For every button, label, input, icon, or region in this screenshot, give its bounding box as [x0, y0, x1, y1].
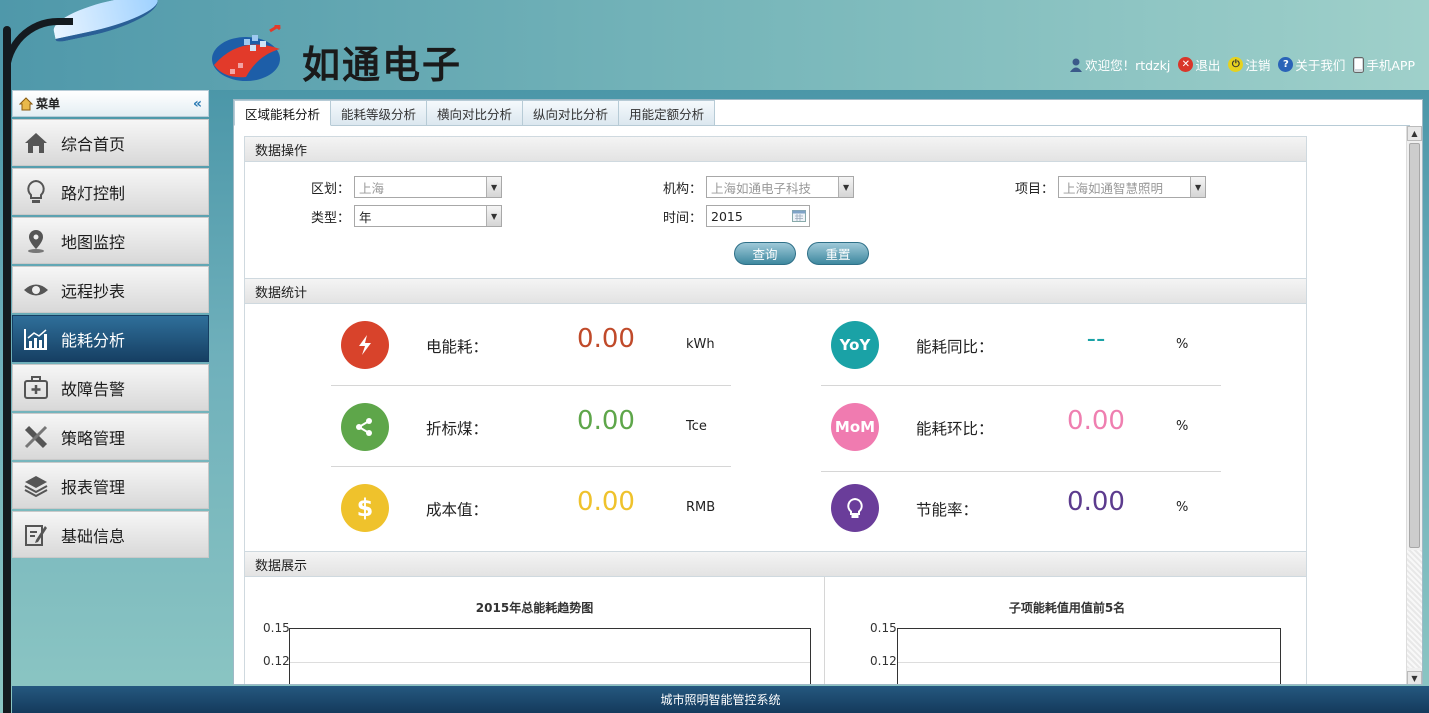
y-tick-label: 0.15: [870, 621, 897, 635]
calendar-icon[interactable]: [792, 210, 807, 222]
tab-quota-analysis[interactable]: 用能定额分析: [619, 100, 716, 126]
sidebar-item-reports[interactable]: 报表管理: [12, 462, 209, 509]
logout-link[interactable]: ✕ 退出: [1178, 55, 1220, 74]
sidebar: 菜单 « 综合首页 路灯控制 地图监控 远程抄表 能耗分析 故障告警 策略管理 …: [12, 90, 209, 558]
power-icon: ⏻: [1228, 57, 1244, 72]
yoy-icon: YoY: [831, 321, 879, 369]
close-icon: ✕: [1178, 57, 1194, 72]
tab-vertical-compare[interactable]: 纵向对比分析: [523, 100, 620, 126]
signout-link[interactable]: ⏻ 注销: [1228, 55, 1270, 74]
section-title: 数据统计: [245, 279, 1306, 304]
stat-electricity: 电能耗： 0.00 kWh: [331, 304, 731, 386]
top5-chart: 子项能耗值用值前5名 0.15 0.12: [826, 577, 1308, 684]
header: 如通电子 欢迎您！rtdzkj ✕ 退出 ⏻ 注销 ? 关于我们 手机APP: [0, 0, 1429, 90]
footer: 城市照明智能管控系统: [12, 686, 1429, 713]
type-field: 类型： 年 ▼: [311, 205, 503, 227]
collapse-sidebar-button[interactable]: «: [193, 96, 202, 112]
stat-coal-equivalent: 折标煤： 0.00 Tce: [331, 386, 731, 468]
sidebar-item-light-control[interactable]: 路灯控制: [12, 168, 209, 215]
data-display-section: 数据展示 2015年总能耗趋势图 0.15 0.12 子项能耗值用值前5名 0.…: [244, 551, 1308, 684]
phone-icon: [1353, 56, 1365, 73]
street-lamp-arm: [3, 18, 73, 88]
stat-cost: $ 成本值： 0.00 RMB: [331, 467, 731, 549]
chevron-down-icon: ▼: [486, 177, 502, 197]
top-links: 欢迎您！rtdzkj ✕ 退出 ⏻ 注销 ? 关于我们 手机APP: [1069, 55, 1415, 74]
scroll-thumb[interactable]: [1409, 143, 1420, 548]
query-button[interactable]: 查询: [734, 242, 796, 265]
share-icon: [341, 403, 389, 451]
region-field: 区划： 上海 ▼: [311, 176, 503, 198]
help-icon: ?: [1278, 57, 1294, 72]
plot-area: [897, 628, 1281, 684]
mobile-app-link[interactable]: 手机APP: [1353, 55, 1415, 74]
home-icon: [25, 132, 47, 153]
sidebar-item-strategy[interactable]: 策略管理: [12, 413, 209, 460]
scroll-up-icon[interactable]: ▲: [1407, 126, 1422, 141]
tab-bar: 区域能耗分析 能耗等级分析 横向对比分析 纵向对比分析 用能定额分析: [234, 100, 716, 126]
sidebar-item-map-monitor[interactable]: 地图监控: [12, 217, 209, 264]
user-icon: [1070, 58, 1083, 72]
tab-regional-energy[interactable]: 区域能耗分析: [234, 100, 332, 126]
sidebar-item-energy-analysis[interactable]: 能耗分析: [12, 315, 209, 362]
sidebar-item-remote-meter[interactable]: 远程抄表: [12, 266, 209, 313]
welcome-text: 欢迎您！rtdzkj: [1069, 55, 1170, 74]
y-tick-label: 0.15: [263, 621, 290, 635]
data-operations-section: 数据操作 区划： 上海 ▼ 机构： 上海如通电子科技 ▼ 项目： 上海如通智慧照…: [244, 136, 1307, 279]
org-select[interactable]: 上海如通电子科技 ▼: [706, 176, 855, 198]
home-small-icon: [19, 96, 33, 110]
layers-icon: [24, 475, 48, 497]
y-tick-label: 0.12: [870, 654, 897, 668]
first-aid-icon: [24, 375, 48, 399]
stat-yoy: YoY 能耗同比： -- %: [821, 304, 1221, 386]
edit-icon: [25, 524, 47, 546]
tab-horizontal-compare[interactable]: 横向对比分析: [427, 100, 524, 126]
chart-icon: [24, 328, 47, 350]
data-statistics-section: 数据统计 电能耗： 0.00 kWh 折标煤： 0.00 Tce $ 成本值： …: [244, 278, 1307, 552]
mom-icon: MoM: [831, 403, 879, 451]
tab-energy-level[interactable]: 能耗等级分析: [331, 100, 428, 126]
chart-title: 子项能耗值用值前5名: [1008, 601, 1126, 615]
map-pin-icon: [28, 229, 44, 253]
section-title: 数据操作: [245, 137, 1306, 162]
vertical-scrollbar[interactable]: ▲ ▼: [1406, 126, 1422, 684]
sidebar-item-home[interactable]: 综合首页: [12, 119, 209, 166]
sidebar-item-basic-info[interactable]: 基础信息: [12, 511, 209, 558]
type-select[interactable]: 年 ▼: [354, 205, 503, 227]
lightning-icon: [341, 321, 389, 369]
eye-icon: [24, 284, 48, 295]
stat-saving-rate: 节能率： 0.00 %: [821, 467, 1221, 549]
about-link[interactable]: ? 关于我们: [1278, 55, 1345, 74]
dollar-icon: $: [341, 484, 389, 532]
region-select[interactable]: 上海 ▼: [354, 176, 503, 198]
project-select[interactable]: 上海如通智慧照明 ▼: [1058, 176, 1207, 198]
time-field: 时间： 2015: [663, 205, 811, 227]
bulb-icon: [27, 179, 45, 203]
scroll-down-icon[interactable]: ▼: [1407, 671, 1422, 684]
chevron-down-icon: ▼: [838, 177, 854, 197]
project-field: 项目： 上海如通智慧照明 ▼: [1015, 176, 1207, 198]
sidebar-item-fault-alarm[interactable]: 故障告警: [12, 364, 209, 411]
chevron-down-icon: ▼: [486, 206, 502, 226]
time-input[interactable]: 2015: [706, 205, 811, 227]
reset-button[interactable]: 重置: [807, 242, 869, 265]
bulb-icon: [831, 484, 879, 532]
brand-name: 如通电子: [302, 43, 463, 87]
section-title: 数据展示: [245, 552, 1306, 577]
y-tick-label: 0.12: [263, 654, 290, 668]
chevron-down-icon: ▼: [1190, 177, 1206, 197]
org-field: 机构： 上海如通电子科技 ▼: [663, 176, 855, 198]
street-lamp-pole: [3, 26, 11, 713]
stat-mom: MoM 能耗环比： 0.00 %: [821, 386, 1221, 468]
trend-chart: 2015年总能耗趋势图 0.15 0.12: [245, 577, 825, 684]
tools-icon: [24, 425, 48, 448]
chart-title: 2015年总能耗趋势图: [475, 601, 594, 615]
menu-header: 菜单 «: [12, 90, 209, 117]
plot-area: [289, 628, 811, 684]
company-logo: [212, 25, 281, 81]
main-panel: 区域能耗分析 能耗等级分析 横向对比分析 纵向对比分析 用能定额分析 ▲ ▼ 数…: [233, 99, 1423, 685]
